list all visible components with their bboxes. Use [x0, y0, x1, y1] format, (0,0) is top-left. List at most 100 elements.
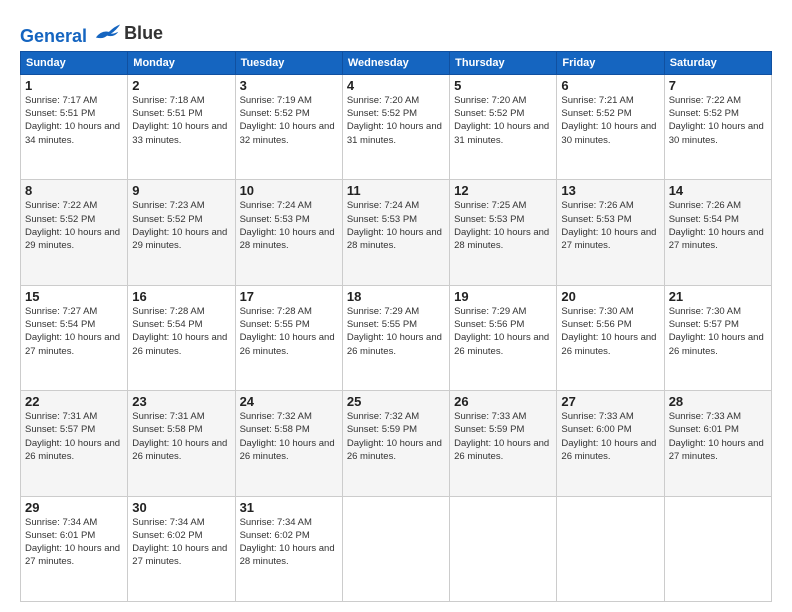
day-info: Sunrise: 7:24 AM Sunset: 5:53 PM Dayligh…	[240, 199, 338, 252]
calendar-cell: 29 Sunrise: 7:34 AM Sunset: 6:01 PM Dayl…	[21, 496, 128, 601]
day-info: Sunrise: 7:32 AM Sunset: 5:58 PM Dayligh…	[240, 410, 338, 463]
calendar-cell: 16 Sunrise: 7:28 AM Sunset: 5:54 PM Dayl…	[128, 285, 235, 390]
calendar-cell: 26 Sunrise: 7:33 AM Sunset: 5:59 PM Dayl…	[450, 391, 557, 496]
calendar-body: 1 Sunrise: 7:17 AM Sunset: 5:51 PM Dayli…	[21, 74, 772, 601]
calendar-cell	[557, 496, 664, 601]
calendar-cell: 11 Sunrise: 7:24 AM Sunset: 5:53 PM Dayl…	[342, 180, 449, 285]
calendar-week-5: 29 Sunrise: 7:34 AM Sunset: 6:01 PM Dayl…	[21, 496, 772, 601]
calendar-cell: 21 Sunrise: 7:30 AM Sunset: 5:57 PM Dayl…	[664, 285, 771, 390]
day-number: 16	[132, 289, 230, 304]
calendar-cell: 14 Sunrise: 7:26 AM Sunset: 5:54 PM Dayl…	[664, 180, 771, 285]
calendar-cell: 1 Sunrise: 7:17 AM Sunset: 5:51 PM Dayli…	[21, 74, 128, 179]
day-info: Sunrise: 7:25 AM Sunset: 5:53 PM Dayligh…	[454, 199, 552, 252]
calendar-week-1: 1 Sunrise: 7:17 AM Sunset: 5:51 PM Dayli…	[21, 74, 772, 179]
weekday-header-friday: Friday	[557, 51, 664, 74]
day-number: 5	[454, 78, 552, 93]
day-info: Sunrise: 7:19 AM Sunset: 5:52 PM Dayligh…	[240, 94, 338, 147]
weekday-header-monday: Monday	[128, 51, 235, 74]
logo-text: General	[20, 20, 122, 47]
calendar-cell: 30 Sunrise: 7:34 AM Sunset: 6:02 PM Dayl…	[128, 496, 235, 601]
calendar-cell: 20 Sunrise: 7:30 AM Sunset: 5:56 PM Dayl…	[557, 285, 664, 390]
day-info: Sunrise: 7:34 AM Sunset: 6:01 PM Dayligh…	[25, 516, 123, 569]
day-info: Sunrise: 7:24 AM Sunset: 5:53 PM Dayligh…	[347, 199, 445, 252]
calendar-cell: 12 Sunrise: 7:25 AM Sunset: 5:53 PM Dayl…	[450, 180, 557, 285]
day-info: Sunrise: 7:26 AM Sunset: 5:54 PM Dayligh…	[669, 199, 767, 252]
weekday-header-wednesday: Wednesday	[342, 51, 449, 74]
day-number: 24	[240, 394, 338, 409]
calendar-cell: 13 Sunrise: 7:26 AM Sunset: 5:53 PM Dayl…	[557, 180, 664, 285]
day-number: 25	[347, 394, 445, 409]
calendar-cell: 17 Sunrise: 7:28 AM Sunset: 5:55 PM Dayl…	[235, 285, 342, 390]
day-number: 28	[669, 394, 767, 409]
day-info: Sunrise: 7:21 AM Sunset: 5:52 PM Dayligh…	[561, 94, 659, 147]
day-info: Sunrise: 7:22 AM Sunset: 5:52 PM Dayligh…	[669, 94, 767, 147]
calendar-cell: 23 Sunrise: 7:31 AM Sunset: 5:58 PM Dayl…	[128, 391, 235, 496]
calendar-week-2: 8 Sunrise: 7:22 AM Sunset: 5:52 PM Dayli…	[21, 180, 772, 285]
day-number: 23	[132, 394, 230, 409]
day-number: 9	[132, 183, 230, 198]
day-info: Sunrise: 7:20 AM Sunset: 5:52 PM Dayligh…	[454, 94, 552, 147]
day-number: 22	[25, 394, 123, 409]
day-info: Sunrise: 7:22 AM Sunset: 5:52 PM Dayligh…	[25, 199, 123, 252]
calendar-cell: 18 Sunrise: 7:29 AM Sunset: 5:55 PM Dayl…	[342, 285, 449, 390]
calendar-cell: 24 Sunrise: 7:32 AM Sunset: 5:58 PM Dayl…	[235, 391, 342, 496]
day-info: Sunrise: 7:30 AM Sunset: 5:57 PM Dayligh…	[669, 305, 767, 358]
day-info: Sunrise: 7:18 AM Sunset: 5:51 PM Dayligh…	[132, 94, 230, 147]
day-number: 8	[25, 183, 123, 198]
day-info: Sunrise: 7:29 AM Sunset: 5:56 PM Dayligh…	[454, 305, 552, 358]
calendar-cell: 19 Sunrise: 7:29 AM Sunset: 5:56 PM Dayl…	[450, 285, 557, 390]
day-number: 13	[561, 183, 659, 198]
day-number: 18	[347, 289, 445, 304]
calendar-cell: 25 Sunrise: 7:32 AM Sunset: 5:59 PM Dayl…	[342, 391, 449, 496]
day-number: 15	[25, 289, 123, 304]
calendar-cell: 6 Sunrise: 7:21 AM Sunset: 5:52 PM Dayli…	[557, 74, 664, 179]
calendar-header: SundayMondayTuesdayWednesdayThursdayFrid…	[21, 51, 772, 74]
logo: General Blue	[20, 20, 163, 47]
day-info: Sunrise: 7:28 AM Sunset: 5:55 PM Dayligh…	[240, 305, 338, 358]
day-info: Sunrise: 7:34 AM Sunset: 6:02 PM Dayligh…	[132, 516, 230, 569]
page: General Blue SundayMondayTuesdayWednesda…	[0, 0, 792, 612]
day-info: Sunrise: 7:33 AM Sunset: 5:59 PM Dayligh…	[454, 410, 552, 463]
day-number: 26	[454, 394, 552, 409]
day-info: Sunrise: 7:20 AM Sunset: 5:52 PM Dayligh…	[347, 94, 445, 147]
calendar-cell: 28 Sunrise: 7:33 AM Sunset: 6:01 PM Dayl…	[664, 391, 771, 496]
day-number: 4	[347, 78, 445, 93]
calendar-cell	[664, 496, 771, 601]
day-number: 10	[240, 183, 338, 198]
day-number: 3	[240, 78, 338, 93]
calendar-cell: 2 Sunrise: 7:18 AM Sunset: 5:51 PM Dayli…	[128, 74, 235, 179]
day-info: Sunrise: 7:31 AM Sunset: 5:57 PM Dayligh…	[25, 410, 123, 463]
calendar-cell: 15 Sunrise: 7:27 AM Sunset: 5:54 PM Dayl…	[21, 285, 128, 390]
day-info: Sunrise: 7:29 AM Sunset: 5:55 PM Dayligh…	[347, 305, 445, 358]
day-info: Sunrise: 7:28 AM Sunset: 5:54 PM Dayligh…	[132, 305, 230, 358]
weekday-header-thursday: Thursday	[450, 51, 557, 74]
day-number: 14	[669, 183, 767, 198]
calendar-cell: 9 Sunrise: 7:23 AM Sunset: 5:52 PM Dayli…	[128, 180, 235, 285]
day-info: Sunrise: 7:23 AM Sunset: 5:52 PM Dayligh…	[132, 199, 230, 252]
day-number: 31	[240, 500, 338, 515]
calendar-week-4: 22 Sunrise: 7:31 AM Sunset: 5:57 PM Dayl…	[21, 391, 772, 496]
calendar-cell: 5 Sunrise: 7:20 AM Sunset: 5:52 PM Dayli…	[450, 74, 557, 179]
weekday-header-sunday: Sunday	[21, 51, 128, 74]
calendar-cell: 10 Sunrise: 7:24 AM Sunset: 5:53 PM Dayl…	[235, 180, 342, 285]
day-info: Sunrise: 7:30 AM Sunset: 5:56 PM Dayligh…	[561, 305, 659, 358]
day-info: Sunrise: 7:32 AM Sunset: 5:59 PM Dayligh…	[347, 410, 445, 463]
calendar-cell	[342, 496, 449, 601]
day-info: Sunrise: 7:26 AM Sunset: 5:53 PM Dayligh…	[561, 199, 659, 252]
calendar-cell: 27 Sunrise: 7:33 AM Sunset: 6:00 PM Dayl…	[557, 391, 664, 496]
day-number: 1	[25, 78, 123, 93]
calendar-cell: 7 Sunrise: 7:22 AM Sunset: 5:52 PM Dayli…	[664, 74, 771, 179]
day-number: 21	[669, 289, 767, 304]
day-number: 2	[132, 78, 230, 93]
logo-text2: Blue	[124, 24, 163, 44]
logo-bird-icon	[94, 20, 122, 42]
calendar-week-3: 15 Sunrise: 7:27 AM Sunset: 5:54 PM Dayl…	[21, 285, 772, 390]
day-info: Sunrise: 7:34 AM Sunset: 6:02 PM Dayligh…	[240, 516, 338, 569]
day-number: 27	[561, 394, 659, 409]
calendar-table: SundayMondayTuesdayWednesdayThursdayFrid…	[20, 51, 772, 602]
day-number: 11	[347, 183, 445, 198]
header: General Blue	[20, 16, 772, 47]
calendar-cell: 22 Sunrise: 7:31 AM Sunset: 5:57 PM Dayl…	[21, 391, 128, 496]
day-number: 29	[25, 500, 123, 515]
calendar-cell: 8 Sunrise: 7:22 AM Sunset: 5:52 PM Dayli…	[21, 180, 128, 285]
